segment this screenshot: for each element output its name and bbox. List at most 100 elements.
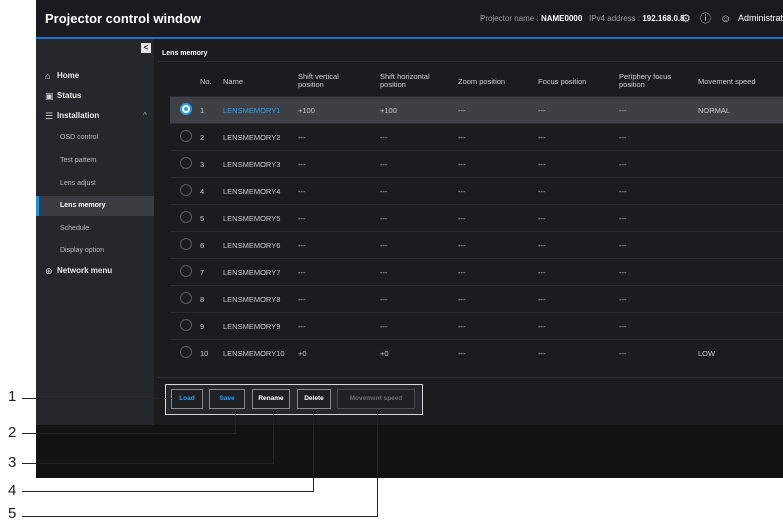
row-periphery-focus: ---	[619, 322, 627, 331]
projector-name-label: Projector name :	[480, 14, 539, 23]
rename-button[interactable]: Rename	[252, 389, 290, 409]
row-name: LENSMEMORY5	[223, 214, 281, 223]
row-periphery-focus: ---	[619, 268, 627, 277]
sidebar-item-installation[interactable]: ☰ Installation ^	[36, 106, 154, 126]
row-zoom: ---	[458, 268, 466, 277]
user-icon[interactable]: ☺	[720, 13, 731, 25]
collapse-sidebar-icon[interactable]: <	[141, 43, 151, 53]
row-radio-button[interactable]	[180, 184, 192, 196]
sidebar-item-status[interactable]: ▣ Status	[36, 86, 154, 106]
table-row[interactable]: 7 LENSMEMORY7 --- --- --- --- ---	[170, 258, 783, 285]
row-radio-button[interactable]	[180, 265, 192, 277]
leader-line	[22, 398, 172, 399]
row-name: LENSMEMORY6	[223, 241, 281, 250]
sidebar-item-test-pattern[interactable]: Test pattern	[36, 151, 154, 171]
row-number: 9	[200, 322, 205, 331]
row-zoom: ---	[458, 214, 466, 223]
row-radio-button[interactable]	[180, 292, 192, 304]
row-shift-horizontal: ---	[380, 295, 388, 304]
row-shift-horizontal: ---	[380, 268, 388, 277]
ipv4-label: IPv4 address :	[588, 14, 641, 23]
divider	[158, 61, 783, 62]
delete-button[interactable]: Delete	[297, 389, 331, 409]
sidebar-item-lens-adjust[interactable]: Lens adjust	[36, 174, 154, 194]
row-zoom: ---	[458, 295, 466, 304]
table-row[interactable]: 2 LENSMEMORY2 --- --- --- --- ---	[170, 123, 783, 150]
row-shift-horizontal: ---	[380, 133, 388, 142]
row-shift-vertical: ---	[298, 322, 306, 331]
table-row[interactable]: 4 LENSMEMORY4 --- --- --- --- ---	[170, 177, 783, 204]
row-shift-horizontal: ---	[380, 187, 388, 196]
home-icon: ⌂	[45, 71, 51, 81]
sidebar-item-schedule[interactable]: Schedule	[36, 219, 154, 239]
leader-line	[22, 463, 274, 464]
sidebar-item-label: Display option	[60, 247, 104, 254]
row-focus: ---	[538, 268, 546, 277]
row-focus: ---	[538, 214, 546, 223]
table-row[interactable]: 5 LENSMEMORY5 --- --- --- --- ---	[170, 204, 783, 231]
row-radio-button[interactable]	[180, 157, 192, 169]
row-number: 1	[200, 106, 205, 115]
row-focus: ---	[538, 187, 546, 196]
gear-icon[interactable]: ⚙	[681, 13, 691, 25]
table-row[interactable]: 1 LENSMEMORY1 +100 +100 --- --- --- NORMAL	[170, 96, 783, 123]
row-movement-speed: NORMAL	[698, 106, 731, 115]
projector-name: NAME0000	[540, 14, 583, 23]
table-row[interactable]: 3 LENSMEMORY3 --- --- --- --- ---	[170, 150, 783, 177]
row-zoom: ---	[458, 133, 466, 142]
save-button[interactable]: Save	[209, 389, 245, 409]
sidebar-item-label: Status	[57, 91, 82, 100]
column-header: Movement speed	[698, 77, 756, 86]
row-name: LENSMEMORY1	[223, 106, 281, 115]
load-button[interactable]: Load	[171, 389, 203, 409]
user-name[interactable]: Administrator	[738, 13, 783, 23]
sidebar-item-lens-memory[interactable]: Lens memory	[36, 196, 154, 216]
ipv4-address: 192.168.0.8	[642, 14, 685, 23]
callout-number: 3	[8, 454, 17, 471]
section-title: Lens memory	[162, 50, 208, 57]
row-focus: ---	[538, 349, 546, 358]
row-zoom: ---	[458, 322, 466, 331]
table-row[interactable]: 6 LENSMEMORY6 --- --- --- --- ---	[170, 231, 783, 258]
row-radio-button[interactable]	[180, 130, 192, 142]
column-header: No.	[200, 77, 212, 86]
leader-line	[22, 516, 378, 517]
sidebar-item-display-option[interactable]: Display option	[36, 241, 154, 261]
table-row[interactable]: 10 LENSMEMORY10 +0 +0 --- --- --- LOW	[170, 339, 783, 366]
row-shift-vertical: ---	[298, 295, 306, 304]
sidebar-item-home[interactable]: ⌂ Home	[36, 66, 154, 86]
row-shift-vertical: ---	[298, 133, 306, 142]
sidebar-item-network-menu[interactable]: ⊕ Network menu	[36, 261, 154, 281]
column-header: Focus position	[538, 77, 587, 86]
movement-speed-button[interactable]: Movement speed	[337, 389, 415, 409]
row-number: 6	[200, 241, 205, 250]
info-icon[interactable]: ⓘ	[700, 13, 711, 25]
row-number: 10	[200, 349, 209, 358]
sidebar-item-osd-control[interactable]: OSD control	[36, 128, 154, 148]
sidebar-item-label: OSD control	[60, 134, 99, 141]
table-row[interactable]: 9 LENSMEMORY9 --- --- --- --- ---	[170, 312, 783, 339]
sidebar-item-label: Home	[57, 71, 80, 80]
row-radio-button[interactable]	[180, 319, 192, 331]
row-radio-button[interactable]	[180, 238, 192, 250]
main-panel: Lens memory No. Name Shift vertical posi…	[154, 39, 783, 425]
row-radio-button[interactable]	[180, 346, 192, 358]
table-row[interactable]: 8 LENSMEMORY8 --- --- --- --- ---	[170, 285, 783, 312]
title-bar: Projector control window Projector name …	[36, 0, 783, 39]
row-focus: ---	[538, 160, 546, 169]
row-zoom: ---	[458, 160, 466, 169]
row-name: LENSMEMORY3	[223, 160, 281, 169]
row-focus: ---	[538, 133, 546, 142]
row-shift-vertical: +100	[298, 106, 315, 115]
row-periphery-focus: ---	[619, 160, 627, 169]
row-radio-button[interactable]	[180, 103, 192, 115]
row-number: 5	[200, 214, 205, 223]
sidebar-item-label: Installation	[57, 111, 100, 120]
row-radio-button[interactable]	[180, 211, 192, 223]
row-number: 3	[200, 160, 205, 169]
sidebar-item-label: Lens adjust	[60, 180, 96, 187]
sidebar-item-label: Schedule	[60, 225, 90, 232]
row-periphery-focus: ---	[619, 349, 627, 358]
row-periphery-focus: ---	[619, 214, 627, 223]
callout-number: 2	[8, 424, 17, 441]
